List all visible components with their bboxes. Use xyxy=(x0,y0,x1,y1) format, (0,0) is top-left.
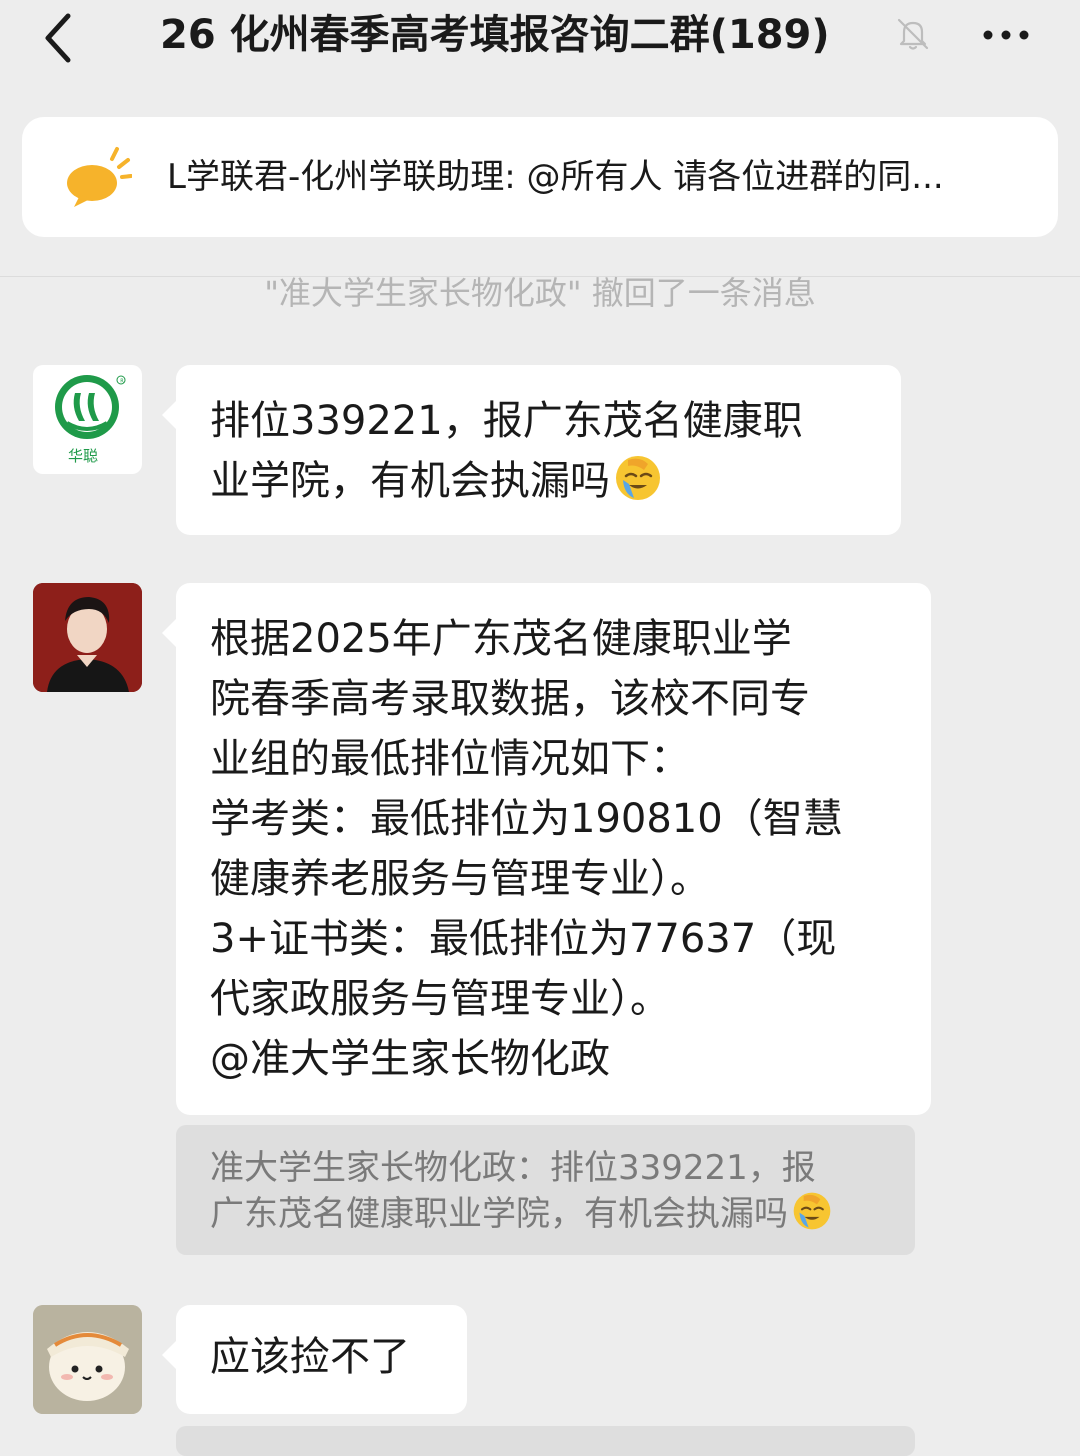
message-line: 业学院，有机会执漏吗 xyxy=(210,451,871,511)
quoted-line: 广东茂名健康职业学院，有机会执漏吗 xyxy=(210,1191,885,1237)
back-button[interactable] xyxy=(36,8,86,64)
quoted-reply[interactable]: 准大学生家长物化政：排位339221，报 广东茂名健康职业学院，有机会执漏吗 xyxy=(176,1125,915,1255)
message-line: 根据2025年广东茂名健康职业学 xyxy=(210,616,792,662)
quoted-line-text: 广东茂名健康职业学院，有机会执漏吗 xyxy=(210,1194,788,1234)
top-bar: 26 化州春季高考填报咨询二群(189) xyxy=(0,0,1080,80)
message-line-text: 业学院，有机会执漏吗 xyxy=(210,458,610,504)
more-options-button[interactable] xyxy=(978,10,1034,60)
message-line: 代家政服务与管理专业）。 xyxy=(210,976,670,1022)
quoted-line: 准大学生家长物化政：排位339221，报 xyxy=(210,1148,816,1188)
message-bubble[interactable]: 应该捡不了 xyxy=(162,1305,467,1414)
avatar-user-photo[interactable] xyxy=(33,583,142,692)
person-photo-icon xyxy=(33,583,142,692)
message-line: 学考类：最低排位为190810（智慧 xyxy=(210,796,843,842)
message-bubble[interactable]: 排位339221，报广东茂名健康职 业学院，有机会执漏吗 xyxy=(162,365,901,535)
announcement-speaker-icon xyxy=(67,147,132,207)
system-recall-notice: "准大学生家长物化政" 撤回了一条消息 xyxy=(264,274,816,312)
pinned-announcement-text: L学联君-化州学联助理: @所有人 请各位进群的同... xyxy=(167,157,944,197)
message-line-mention: @准大学生家长物化政 xyxy=(210,1036,610,1082)
message-line: 应该捡不了 xyxy=(210,1334,410,1380)
message-bubble[interactable]: 根据2025年广东茂名健康职业学 院春季高考录取数据，该校不同专 业组的最低排位… xyxy=(162,583,931,1115)
more-dots-icon xyxy=(983,30,1029,40)
svg-text:R: R xyxy=(120,379,124,385)
avatar-logo-label: 华聪 xyxy=(67,447,98,465)
message-line: 业组的最低排位情况如下： xyxy=(210,736,690,782)
cartoon-character-icon xyxy=(33,1305,142,1414)
message-line: 3+证书类：最低排位为77637（现 xyxy=(210,916,837,962)
avatar-huacong[interactable]: R 华聪 xyxy=(33,365,142,474)
message-line: 排位339221，报广东茂名健康职 xyxy=(210,398,803,444)
pinned-announcement[interactable]: L学联君-化州学联助理: @所有人 请各位进群的同... xyxy=(22,117,1058,237)
message-line: 健康养老服务与管理专业）。 xyxy=(210,856,710,902)
message-line: 院春季高考录取数据，该校不同专 xyxy=(210,676,810,722)
mute-bell-icon xyxy=(897,18,929,50)
chat-title: 26 化州春季高考填报咨询二群(189) xyxy=(160,12,830,58)
facepalm-emoji-icon xyxy=(616,456,660,500)
avatar-cartoon[interactable] xyxy=(33,1305,142,1414)
partially-visible-quote xyxy=(176,1426,915,1456)
chevron-left-icon xyxy=(45,13,71,63)
facepalm-emoji-icon xyxy=(793,1192,831,1230)
